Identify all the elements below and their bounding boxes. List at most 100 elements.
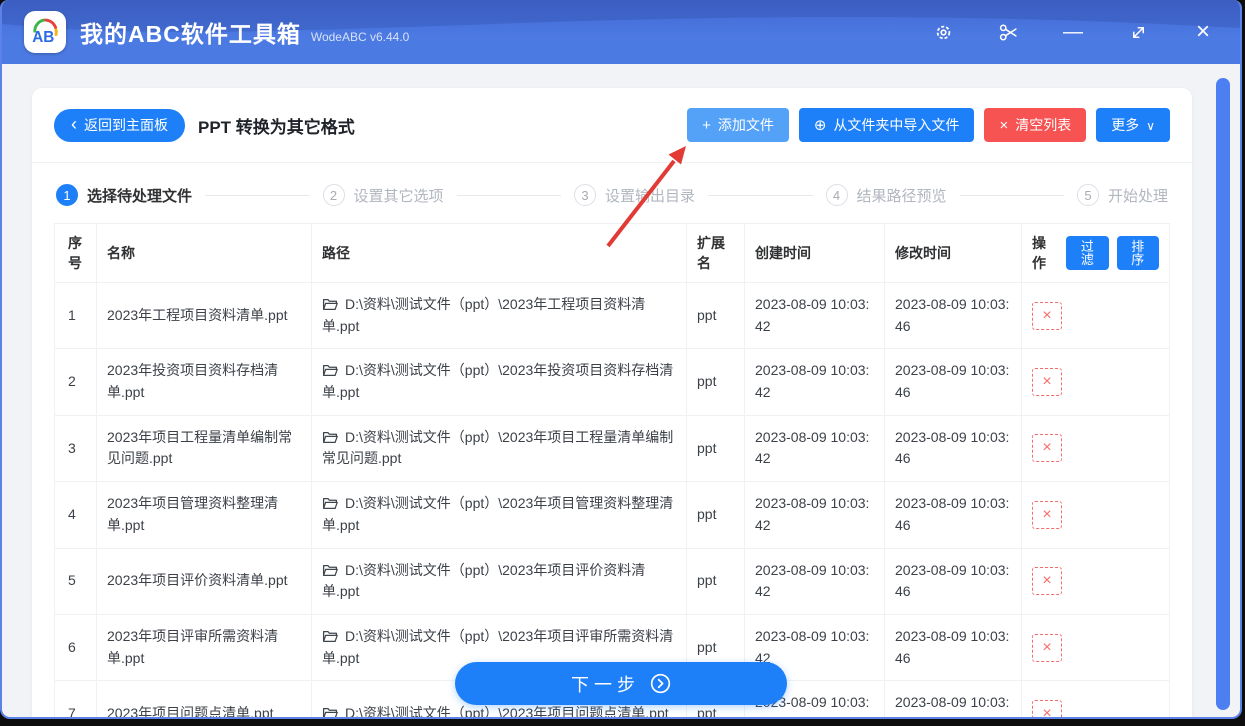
next-step-button[interactable]: 下一步: [455, 662, 787, 705]
cell-modified: 2023-08-09 10:03:46: [885, 349, 1022, 415]
cell-modified: 2023-08-09 10:03:46: [885, 283, 1022, 349]
path-text: D:\资料\测试文件（ppt）\2023年项目管理资料整理清单.ppt: [322, 495, 673, 533]
more-button[interactable]: 更多 ∨: [1096, 108, 1170, 142]
cell-created: 2023-08-09 10:03:42: [745, 548, 885, 614]
step-output-dir: 3 设置输出目录: [574, 184, 695, 206]
scrollbar-thumb[interactable]: [1216, 78, 1230, 710]
cell-modified: 2023-08-09 10:03:46: [885, 548, 1022, 614]
delete-file-button[interactable]: ×: [1032, 567, 1062, 595]
step-label: 设置输出目录: [605, 185, 695, 206]
close-icon[interactable]: ×: [1192, 21, 1214, 43]
app-title: 我的ABC软件工具箱: [80, 15, 301, 49]
chevron-down-icon: ∨: [1146, 119, 1155, 133]
cell-actions: ×: [1022, 482, 1170, 548]
path-text: D:\资料\测试文件（ppt）\2023年项目问题点清单.ppt: [345, 705, 669, 719]
cell-name: 2023年项目评价资料清单.ppt: [97, 548, 312, 614]
back-button-label: 返回到主面板: [84, 115, 168, 135]
step-indicator: 1 选择待处理文件 2 设置其它选项 3 设置输出目录 4 结果路径预览: [56, 184, 1168, 206]
filter-button[interactable]: 过滤: [1066, 236, 1108, 270]
page-title: PPT 转换为其它格式: [198, 113, 355, 138]
clear-list-button[interactable]: × 清空列表: [984, 108, 1086, 142]
header-path: 路径: [312, 224, 687, 283]
cell-path: D:\资料\测试文件（ppt）\2023年项目管理资料整理清单.ppt: [312, 482, 687, 548]
step-number: 2: [323, 184, 345, 206]
cell-path: D:\资料\测试文件（ppt）\2023年投资项目资料存档清单.ppt: [312, 349, 687, 415]
path-text: D:\资料\测试文件（ppt）\2023年工程项目资料清单.ppt: [322, 296, 645, 334]
delete-file-button[interactable]: ×: [1032, 634, 1062, 662]
add-files-button[interactable]: + 添加文件: [687, 108, 789, 142]
toolbar: ‹ 返回到主面板 PPT 转换为其它格式 + 添加文件 ⊕ 从文件夹中导入文件 …: [32, 108, 1192, 163]
delete-file-button[interactable]: ×: [1032, 700, 1062, 719]
cell-index: 6: [55, 614, 97, 680]
step-label: 选择待处理文件: [87, 185, 192, 206]
app-version: WodeABC v6.44.0: [311, 30, 410, 44]
step-connector: [205, 195, 309, 196]
more-label: 更多: [1111, 115, 1139, 135]
cell-created: 2023-08-09 10:03:42: [745, 415, 885, 481]
minimize-icon[interactable]: —: [1062, 21, 1084, 43]
resize-icon[interactable]: [1127, 21, 1149, 43]
cell-created: 2023-08-09 10:03:42: [745, 283, 885, 349]
step-select-files: 1 选择待处理文件: [56, 184, 192, 206]
path-text: D:\资料\测试文件（ppt）\2023年项目工程量清单编制常见问题.ppt: [322, 429, 673, 467]
delete-file-button[interactable]: ×: [1032, 501, 1062, 529]
step-connector: [960, 195, 1064, 196]
cell-name: 2023年工程项目资料清单.ppt: [97, 283, 312, 349]
svg-text:A: A: [32, 29, 43, 46]
cell-actions: ×: [1022, 548, 1170, 614]
table-row: 2 2023年投资项目资料存档清单.ppt D:\资料\测试文件（ppt）\20…: [55, 349, 1170, 415]
cell-name: 2023年项目管理资料整理清单.ppt: [97, 482, 312, 548]
step-result-preview: 4 结果路径预览: [826, 184, 947, 206]
table-row: 4 2023年项目管理资料整理清单.ppt D:\资料\测试文件（ppt）\20…: [55, 482, 1170, 548]
path-text: D:\资料\测试文件（ppt）\2023年项目评审所需资料清单.ppt: [322, 628, 673, 666]
folder-icon: [322, 629, 338, 643]
cell-name: 2023年项目评审所需资料清单.ppt: [97, 614, 312, 680]
back-to-dashboard-button[interactable]: ‹ 返回到主面板: [54, 109, 185, 142]
cell-ext: ppt: [687, 349, 745, 415]
cell-created: 2023-08-09 10:03:42: [745, 349, 885, 415]
delete-file-button[interactable]: ×: [1032, 302, 1062, 330]
table-row: 1 2023年工程项目资料清单.ppt D:\资料\测试文件（ppt）\2023…: [55, 283, 1170, 349]
scissors-icon[interactable]: [997, 21, 1019, 43]
back-chevron-icon: ‹: [71, 115, 77, 133]
cell-name: 2023年项目问题点清单.ppt: [97, 681, 312, 719]
cell-path: D:\资料\测试文件（ppt）\2023年项目评价资料清单.ppt: [312, 548, 687, 614]
plus-icon: +: [702, 118, 711, 133]
cell-path: D:\资料\测试文件（ppt）\2023年工程项目资料清单.ppt: [312, 283, 687, 349]
delete-file-button[interactable]: ×: [1032, 368, 1062, 396]
content-area: ‹ 返回到主面板 PPT 转换为其它格式 + 添加文件 ⊕ 从文件夹中导入文件 …: [2, 64, 1240, 717]
step-label: 结果路径预览: [857, 185, 947, 206]
cell-actions: ×: [1022, 283, 1170, 349]
cell-index: 1: [55, 283, 97, 349]
step-number: 5: [1077, 184, 1099, 206]
header-actions: 操作 过滤 排序: [1022, 224, 1170, 283]
header-ext: 扩展名: [687, 224, 745, 283]
cell-ext: ppt: [687, 482, 745, 548]
path-text: D:\资料\测试文件（ppt）\2023年投资项目资料存档清单.ppt: [322, 362, 673, 400]
delete-file-button[interactable]: ×: [1032, 434, 1062, 462]
cell-modified: 2023-08-09 10:03:46: [885, 681, 1022, 719]
step-start-processing: 5 开始处理: [1077, 184, 1168, 206]
cell-actions: ×: [1022, 415, 1170, 481]
main-card: ‹ 返回到主面板 PPT 转换为其它格式 + 添加文件 ⊕ 从文件夹中导入文件 …: [32, 88, 1192, 719]
cell-created: 2023-08-09 10:03:42: [745, 482, 885, 548]
header-modified: 修改时间: [885, 224, 1022, 283]
app-logo: A B: [24, 11, 66, 53]
cell-index: 7: [55, 681, 97, 719]
header-created: 创建时间: [745, 224, 885, 283]
cell-index: 5: [55, 548, 97, 614]
title-bar: A B 我的ABC软件工具箱 WodeABC v6.44.0: [2, 0, 1240, 64]
cell-ext: ppt: [687, 548, 745, 614]
import-from-folder-button[interactable]: ⊕ 从文件夹中导入文件: [799, 108, 975, 142]
cell-actions: ×: [1022, 349, 1170, 415]
step-label: 开始处理: [1108, 185, 1168, 206]
header-name: 名称: [97, 224, 312, 283]
sort-button[interactable]: 排序: [1117, 236, 1159, 270]
step-number: 1: [56, 184, 78, 206]
settings-icon[interactable]: [932, 21, 954, 43]
header-actions-label: 操作: [1032, 233, 1058, 273]
header-index: 序号: [55, 224, 97, 283]
step-connector: [457, 195, 561, 196]
cell-modified: 2023-08-09 10:03:46: [885, 482, 1022, 548]
table-row: 5 2023年项目评价资料清单.ppt D:\资料\测试文件（ppt）\2023…: [55, 548, 1170, 614]
